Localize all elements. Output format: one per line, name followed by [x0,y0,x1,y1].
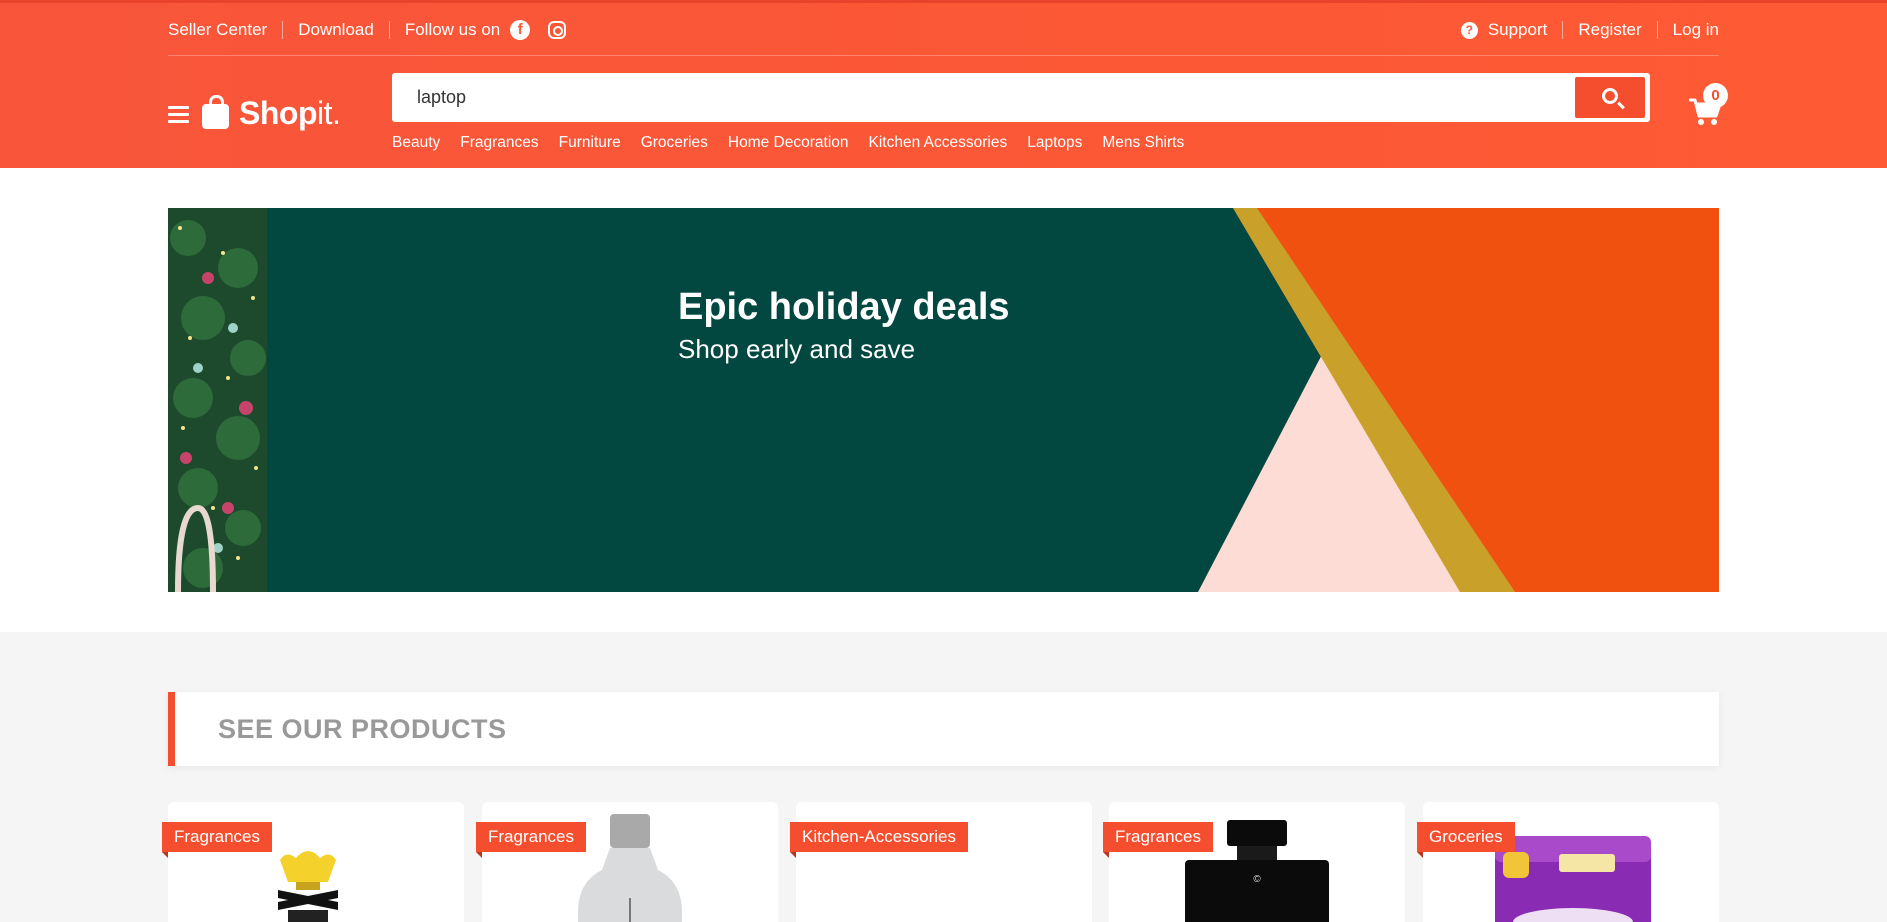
product-category-tag: Fragrances [162,822,272,858]
shopping-bag-icon [202,94,229,129]
follow-us-label: Follow us on [404,20,501,39]
banner-subtitle: Shop early and save [678,334,916,364]
product-image: © [1185,820,1329,922]
category-link-furniture[interactable]: Furniture [559,134,621,152]
divider [1656,21,1658,39]
search-icon [1602,88,1618,104]
login-link[interactable]: Log in [1673,20,1719,40]
cart-count-badge: 0 [1703,83,1728,108]
question-icon: ? [1460,21,1478,39]
category-link-home-decoration[interactable]: Home Decoration [728,134,849,152]
promo-banner[interactable]: Epic holiday deals Shop early and save [168,208,1719,592]
product-card[interactable] [796,802,1092,922]
menu-icon[interactable] [168,106,189,124]
svg-text:©: © [1253,874,1261,885]
category-link-beauty[interactable]: Beauty [392,134,440,152]
product-category-tag: Kitchen-Accessories [790,822,969,858]
category-link-kitchen-accessories[interactable]: Kitchen Accessories [869,134,1008,152]
products-section-header: SEE OUR PRODUCTS [168,692,1719,766]
product-card[interactable]: © [1109,802,1405,922]
register-link[interactable]: Register [1578,20,1641,40]
logo-text: Shopit. [239,95,341,131]
product-card[interactable] [482,802,778,922]
category-link-mens-shirts[interactable]: Mens Shirts [1102,134,1184,152]
category-link-groceries[interactable]: Groceries [641,134,708,152]
divider [282,21,284,39]
category-link-fragrances[interactable]: Fragrances [460,134,538,152]
section-title: SEE OUR PRODUCTS [218,714,507,744]
product-card[interactable] [1423,802,1719,922]
category-nav: Beauty Fragrances Furniture Groceries Ho… [392,134,1184,152]
product-category-tag: Fragrances [1103,822,1213,858]
top-bar: Seller Center Download Follow us on f ? … [168,6,1719,56]
search-bar [392,73,1650,122]
site-header: Seller Center Download Follow us on f ? … [0,0,1887,168]
instagram-icon[interactable] [548,21,567,39]
product-card[interactable] [168,802,464,922]
product-image [278,851,338,922]
christmas-tree-image [168,208,267,592]
search-input[interactable] [392,73,1572,122]
product-image [578,814,682,922]
logo[interactable]: Shopit. [202,94,341,132]
banner-section: Epic holiday deals Shop early and save [0,168,1887,632]
facebook-icon[interactable]: f [510,20,531,40]
banner-shapes [1198,208,1719,592]
download-link[interactable]: Download [298,20,374,40]
product-category-tag: Fragrances [476,822,586,858]
seller-center-link[interactable]: Seller Center [168,20,267,40]
divider [1562,21,1564,39]
category-link-laptops[interactable]: Laptops [1027,134,1082,152]
search-button[interactable] [1575,77,1645,118]
banner-title: Epic holiday deals [678,286,1010,328]
product-image [796,802,1092,922]
product-category-tag: Groceries [1417,822,1515,858]
support-link[interactable]: Support [1488,20,1548,40]
product-image [1495,836,1651,922]
divider [388,21,390,39]
